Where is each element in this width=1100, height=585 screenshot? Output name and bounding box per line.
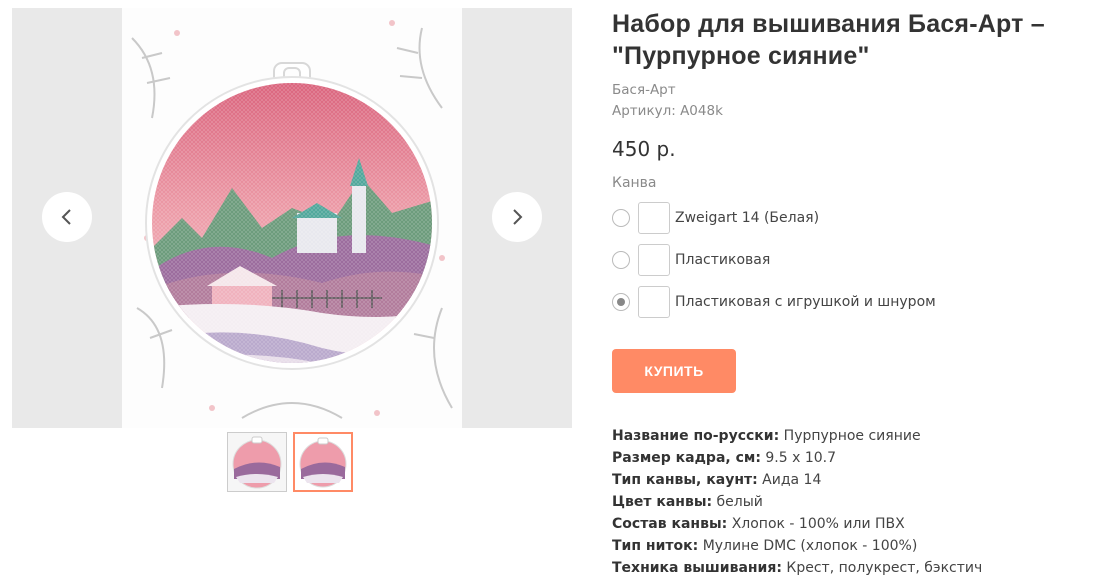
spec-value: Мулине DMC (хлопок - 100%) xyxy=(702,538,918,554)
canvas-option-zweigart[interactable]: Zweigart 14 (Белая) xyxy=(612,197,1092,239)
spec-row: Размер кадра, см: 9.5 x 10.7 xyxy=(612,447,1092,469)
gallery-prev-button[interactable] xyxy=(42,192,92,242)
spec-key: Размер кадра, см: xyxy=(612,450,761,466)
sku-label: Артикул: xyxy=(612,103,676,119)
buy-button[interactable]: КУПИТЬ xyxy=(612,349,736,393)
product-price: 450 р. xyxy=(612,137,676,161)
spec-row: Техника вышивания: Крест, полукрест, бэк… xyxy=(612,557,1092,579)
product-brand: Бася-Арт xyxy=(612,82,676,98)
spec-value: белый xyxy=(716,494,763,510)
option-label: Пластиковая xyxy=(675,252,771,268)
product-gallery xyxy=(12,8,572,428)
spec-value: 9.5 x 10.7 xyxy=(765,450,837,466)
product-info: Набор для вышивания Бася-Арт – "Пурпурно… xyxy=(612,0,1092,579)
radio-button[interactable] xyxy=(612,209,630,227)
spec-value: Хлопок - 100% или ПВХ xyxy=(731,516,905,532)
ornament-illustration xyxy=(131,20,453,419)
spec-key: Тип канвы, каунт: xyxy=(612,472,758,488)
spec-value: Аида 14 xyxy=(762,472,822,488)
spec-key: Название по-русски: xyxy=(612,428,780,444)
canvas-option-plastic-toy[interactable]: Пластиковая с игрушкой и шнуром xyxy=(612,281,1092,323)
spec-key: Техника вышивания: xyxy=(612,560,782,576)
canvas-option-label: Канва xyxy=(612,175,657,191)
product-specs: Название по-русски: Пурпурное сияние Раз… xyxy=(612,425,1092,579)
thumbnail-image xyxy=(295,434,351,490)
spec-row: Тип ниток: Мулине DMC (хлопок - 100%) xyxy=(612,535,1092,557)
product-main-image xyxy=(122,8,462,428)
sku-value: A048k xyxy=(680,103,723,119)
canvas-options: Zweigart 14 (Белая) Пластиковая Пластико… xyxy=(612,197,1092,323)
gallery-next-button[interactable] xyxy=(492,192,542,242)
thumbnail-2[interactable] xyxy=(293,432,353,492)
product-title: Набор для вышивания Бася-Арт – "Пурпурно… xyxy=(612,10,1045,70)
spec-row: Цвет канвы: белый xyxy=(612,491,1092,513)
spec-key: Тип ниток: xyxy=(612,538,699,554)
option-label: Zweigart 14 (Белая) xyxy=(675,210,820,226)
canvas-option-plastic[interactable]: Пластиковая xyxy=(612,239,1092,281)
option-swatch[interactable] xyxy=(638,286,670,318)
chevron-right-icon xyxy=(513,209,523,225)
radio-button[interactable] xyxy=(612,293,630,311)
spec-row: Состав канвы: Хлопок - 100% или ПВХ xyxy=(612,513,1092,535)
option-swatch[interactable] xyxy=(638,202,670,234)
product-sku: Артикул: A048k xyxy=(612,103,1092,119)
spec-key: Цвет канвы: xyxy=(612,494,713,510)
thumbnail-1[interactable] xyxy=(227,432,287,492)
thumbnail-strip xyxy=(227,432,353,492)
thumbnail-image xyxy=(228,433,286,491)
spec-row: Тип канвы, каунт: Аида 14 xyxy=(612,469,1092,491)
radio-button[interactable] xyxy=(612,251,630,269)
option-label: Пластиковая с игрушкой и шнуром xyxy=(675,294,936,310)
chevron-left-icon xyxy=(61,209,71,225)
spec-value: Пурпурное сияние xyxy=(783,428,921,444)
option-swatch[interactable] xyxy=(638,244,670,276)
spec-value: Крест, полукрест, бэкстич xyxy=(786,560,983,576)
spec-row: Название по-русски: Пурпурное сияние xyxy=(612,425,1092,447)
spec-key: Состав канвы: xyxy=(612,516,728,532)
